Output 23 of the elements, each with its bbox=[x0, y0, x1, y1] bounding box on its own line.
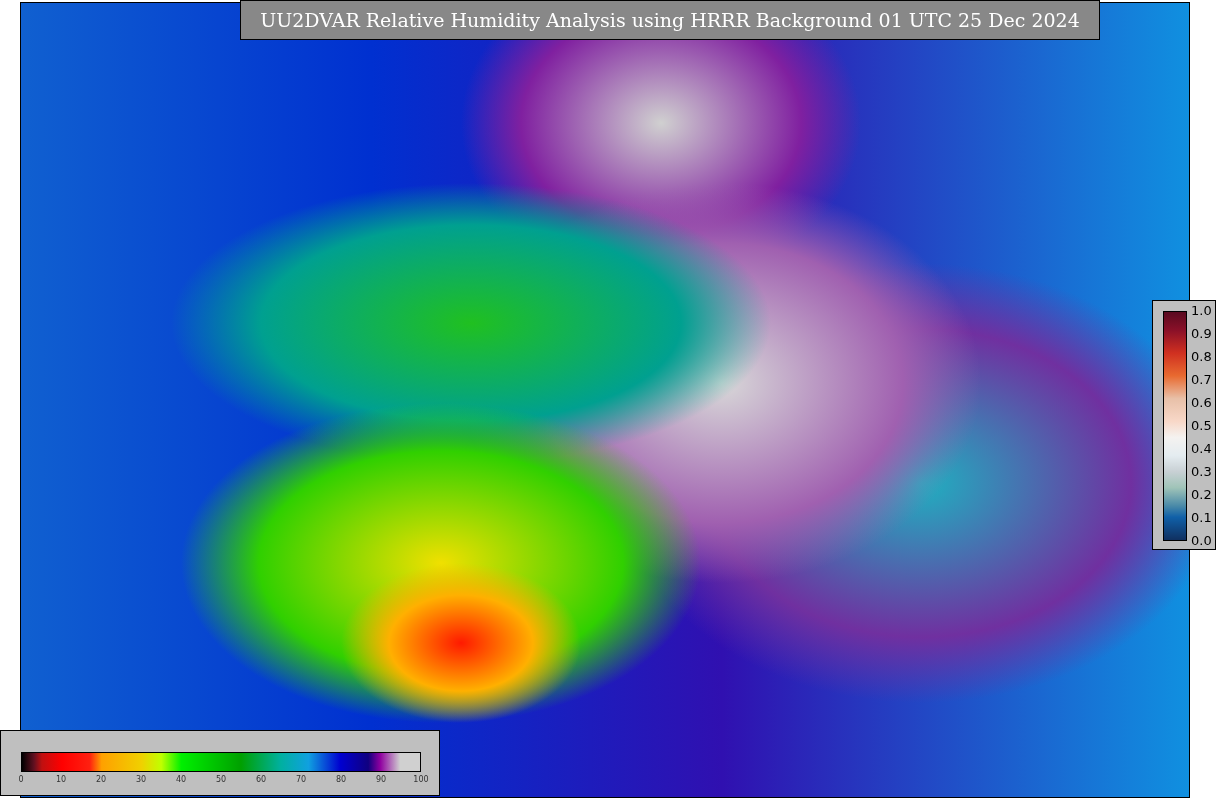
map-title: UU2DVAR Relative Humidity Analysis using HRRR Background 01 UTC 25 Dec 2024 bbox=[240, 0, 1100, 40]
colorbar-tick-label: 0 bbox=[18, 775, 24, 785]
colorbar-tick-label: 0.3 bbox=[1191, 465, 1212, 479]
colorbar-tick-label: 40 bbox=[175, 775, 187, 785]
colorbar-tick-label: 1.0 bbox=[1191, 304, 1212, 318]
colorbar-tick-label: 80 bbox=[335, 775, 347, 785]
colorbar-tick-label: 0.8 bbox=[1191, 350, 1212, 364]
colorbar-tick-label: 0.7 bbox=[1191, 373, 1212, 387]
colorbar-tick-label: 70 bbox=[295, 775, 307, 785]
colorbar-tick-label: 0.1 bbox=[1191, 511, 1212, 525]
colorbar-tick-label: 0.0 bbox=[1191, 534, 1212, 548]
colorbar-tick-label: 60 bbox=[255, 775, 267, 785]
colorbar-tick-label: 0.5 bbox=[1191, 419, 1212, 433]
colorbar-tick-label: 0.9 bbox=[1191, 327, 1212, 341]
colorbar-tick-label: 0.4 bbox=[1191, 442, 1212, 456]
colorbar-tick-label: 20 bbox=[95, 775, 107, 785]
colorbar-tick-label: 0.2 bbox=[1191, 488, 1212, 502]
colorbar-tick-label: 30 bbox=[135, 775, 147, 785]
colorbar-tick-label: 10 bbox=[55, 775, 67, 785]
colorbar-tick-label: 90 bbox=[375, 775, 387, 785]
colorbar-tick-label: 100 bbox=[413, 775, 429, 785]
colorbar-tick-label: 50 bbox=[215, 775, 227, 785]
colorbar-tick-label: 0.6 bbox=[1191, 396, 1212, 410]
